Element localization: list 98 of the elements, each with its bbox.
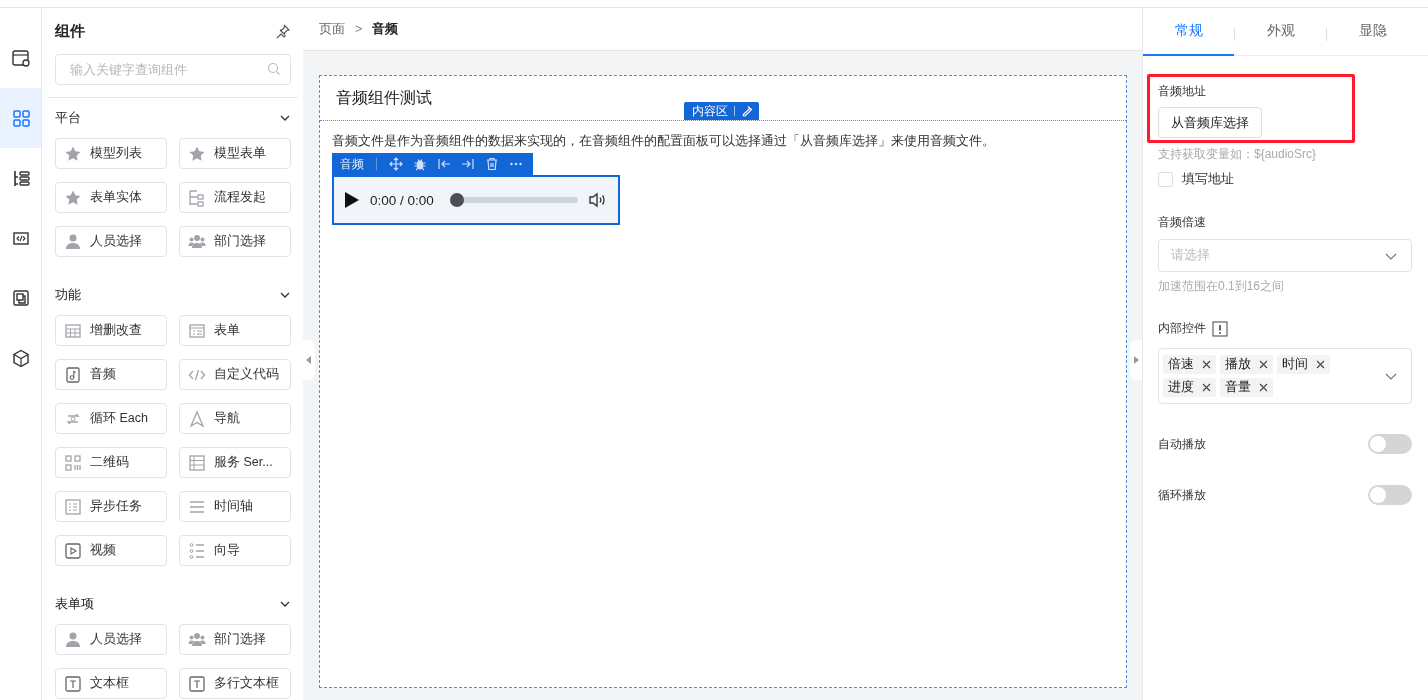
time-display: 0:00 / 0:00 — [370, 192, 434, 208]
collapse-handle[interactable] — [1130, 340, 1142, 380]
toggle-switch[interactable] — [1368, 434, 1412, 454]
rail-tab[interactable] — [0, 88, 41, 148]
component-item[interactable]: 导航 — [179, 403, 291, 434]
table-icon — [64, 321, 82, 340]
caret-right-icon — [1133, 356, 1139, 364]
search-icon — [267, 62, 281, 76]
component-item[interactable]: 异步任务 — [55, 491, 167, 522]
tag: 音量 — [1220, 378, 1273, 397]
switch-label: 自动播放 — [1158, 435, 1206, 453]
checkbox[interactable] — [1158, 172, 1173, 187]
component-item[interactable]: 流程发起 — [179, 182, 291, 213]
component-item[interactable]: 部门选择 — [179, 624, 291, 655]
progress-thumb[interactable] — [449, 193, 464, 207]
layers-icon — [10, 288, 31, 308]
tag: 播放 — [1220, 355, 1273, 374]
hint-text: 支持获取变量如：${audioSrc} — [1158, 146, 1318, 163]
component-item[interactable]: 循环 Each — [55, 403, 167, 434]
component-label: 音频 — [340, 155, 364, 173]
field-label: 音频地址 — [1158, 83, 1207, 100]
breadcrumb-current: 音频 — [372, 20, 399, 38]
task-list-icon — [64, 497, 82, 516]
component-item[interactable]: 音频 — [55, 359, 167, 390]
breadcrumb-separator: > — [355, 22, 363, 36]
grid-icon — [10, 108, 31, 128]
card-title: 音频组件测试 — [336, 87, 432, 108]
breadcrumb-link[interactable]: 页面 — [319, 20, 345, 38]
info-icon — [1212, 320, 1228, 337]
person-icon — [64, 232, 82, 251]
component-item[interactable]: 人员选择 — [55, 226, 167, 257]
description-text: 音频文件是作为音频组件的数据来实现的，在音频组件的配置面板可以选择通过「从音频库选择」来使用音频文件。 — [332, 132, 996, 150]
component-item[interactable]: 时间轴 — [179, 491, 291, 522]
tag: 时间 — [1277, 355, 1330, 374]
play-icon — [344, 191, 360, 209]
form-icon — [188, 321, 206, 340]
close-icon — [1259, 360, 1268, 369]
list-panel-icon — [188, 453, 206, 472]
close-icon — [1202, 383, 1211, 392]
close-icon — [1316, 360, 1325, 369]
component-item[interactable]: 模型列表 — [55, 138, 167, 169]
content-area-tag[interactable]: 内容区 — [684, 102, 759, 120]
tag: 倍速 — [1163, 355, 1216, 374]
speaker-icon — [587, 191, 606, 209]
cube-icon — [10, 348, 31, 368]
component-item[interactable]: 模型表单 — [179, 138, 291, 169]
component-item[interactable]: 多行文本框 — [179, 668, 291, 699]
qr-code-icon — [64, 453, 82, 472]
person-icon — [64, 630, 82, 649]
section-title: 表单项 — [55, 595, 94, 613]
settings-tab[interactable]: 显隐 — [1327, 8, 1418, 56]
settings-tab[interactable]: 外观 — [1235, 8, 1326, 56]
caret-left-icon — [306, 356, 312, 364]
panel-title: 组件 — [55, 21, 85, 41]
navigation-arrow-icon — [188, 409, 206, 428]
align-left-icon[interactable] — [437, 157, 451, 171]
people-icon — [188, 232, 206, 251]
video-play-icon — [64, 541, 82, 560]
flow-chart-icon — [188, 188, 206, 207]
component-item[interactable]: 增删改查 — [55, 315, 167, 346]
component-item[interactable]: 自定义代码 — [179, 359, 291, 390]
component-item[interactable]: 二维码 — [55, 447, 167, 478]
component-item[interactable]: 向导 — [179, 535, 291, 566]
component-item[interactable]: 部门选择 — [179, 226, 291, 257]
controls-select[interactable]: 倍速 播放 时间 进度 音量 — [1158, 348, 1412, 404]
hint-text: 加速范围在0.1到16之间 — [1158, 278, 1286, 295]
bug-icon[interactable] — [413, 157, 427, 171]
brush-icon — [741, 105, 753, 117]
close-icon — [1202, 360, 1211, 369]
text-field-icon — [64, 674, 82, 693]
component-item[interactable]: 表单实体 — [55, 182, 167, 213]
component-item[interactable]: 表单 — [179, 315, 291, 346]
field-label: 音频倍速 — [1158, 214, 1207, 231]
switch-label: 循环播放 — [1158, 486, 1206, 504]
component-item[interactable]: 人员选择 — [55, 624, 167, 655]
component-item[interactable]: 视频 — [55, 535, 167, 566]
people-icon — [188, 630, 206, 649]
align-right-icon[interactable] — [461, 157, 475, 171]
text-field-icon — [188, 674, 206, 693]
collapse-handle[interactable] — [303, 340, 315, 380]
steps-icon — [188, 541, 206, 560]
section-title: 平台 — [55, 109, 81, 127]
select-audio-button[interactable]: 从音频库选择 — [1158, 107, 1262, 138]
section-title: 功能 — [55, 286, 81, 304]
pin-icon — [275, 23, 291, 39]
toggle-switch[interactable] — [1368, 485, 1412, 505]
component-item[interactable]: 文本框 — [55, 668, 167, 699]
close-icon — [1259, 383, 1268, 392]
component-item[interactable]: 服务 Ser... — [179, 447, 291, 478]
music-note-icon — [64, 365, 82, 384]
field-label: 内部控件 — [1158, 320, 1206, 337]
move-icon[interactable] — [389, 157, 403, 171]
tag: 进度 — [1163, 378, 1216, 397]
settings-tab[interactable]: 常规 — [1143, 8, 1234, 56]
search-field[interactable]: 输入关键字查询组件 — [55, 54, 291, 85]
window-gear-icon — [10, 48, 31, 68]
checkbox-label: 填写地址 — [1182, 171, 1234, 188]
trash-icon[interactable] — [485, 157, 499, 171]
